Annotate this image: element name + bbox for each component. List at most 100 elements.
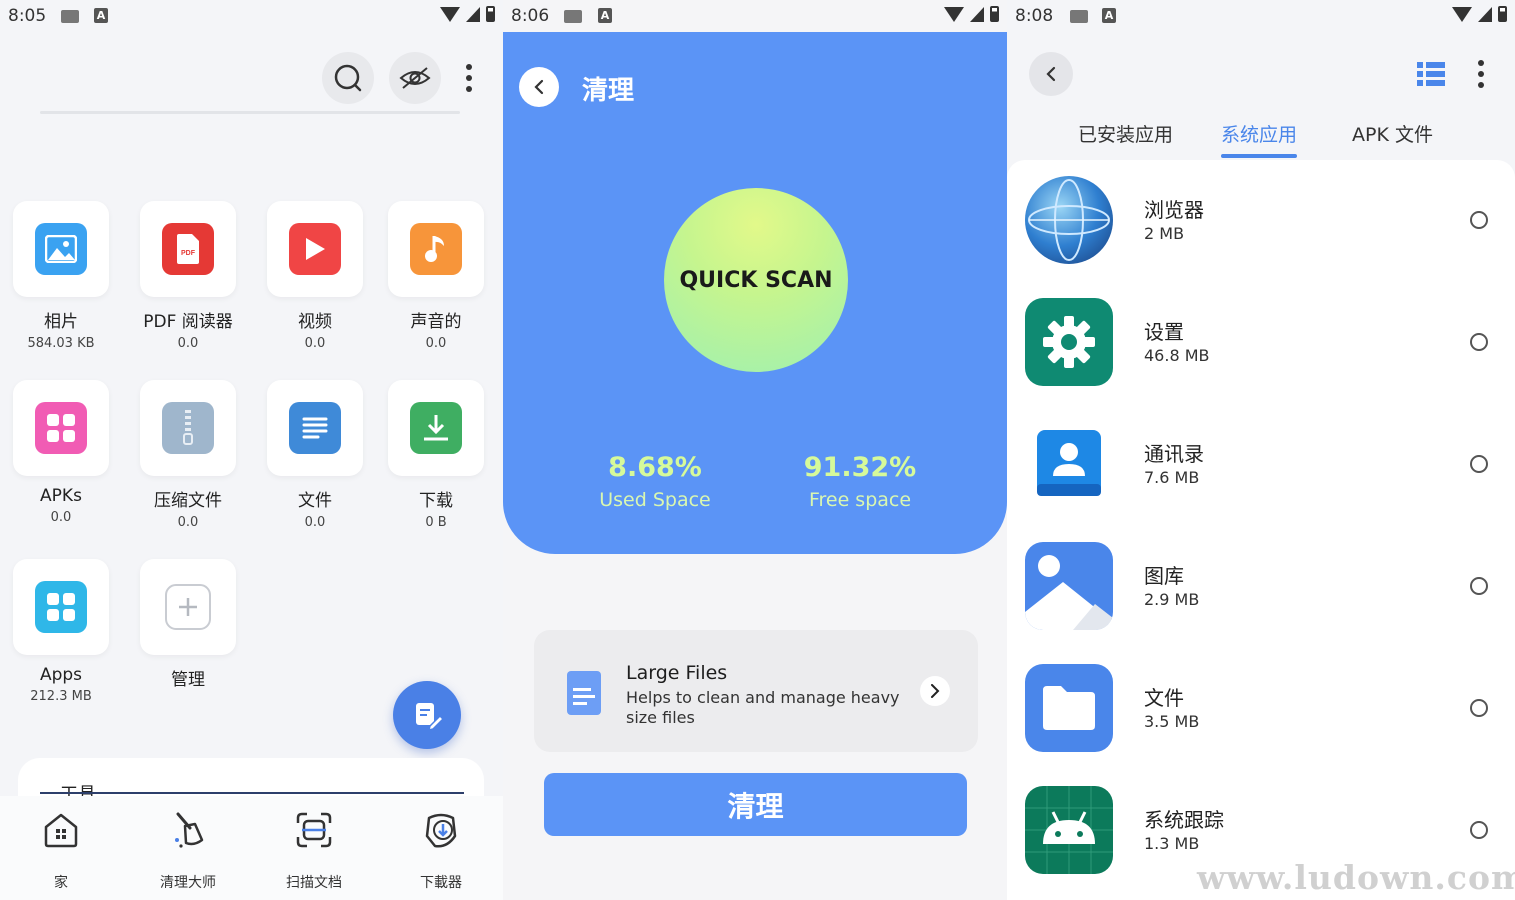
document-icon <box>289 402 341 454</box>
tile-download[interactable]: 下载 0 B <box>386 380 486 530</box>
app-row[interactable]: 设置 46.8 MB <box>1007 282 1515 404</box>
tile-subtitle: 0.0 <box>304 515 326 530</box>
back-button[interactable] <box>519 67 559 107</box>
tile-label: 下载 <box>419 491 453 511</box>
folder-notification-icon <box>1070 10 1088 23</box>
hide-button[interactable] <box>389 52 441 104</box>
home-icon <box>44 813 78 848</box>
tile-subtitle: 0.0 <box>177 515 199 530</box>
tile-subtitle: 212.3 MB <box>30 689 92 704</box>
apps-icon <box>35 581 87 633</box>
nav-downloader[interactable]: 下載器 <box>401 810 481 892</box>
broom-icon <box>175 812 204 848</box>
select-radio[interactable] <box>1470 699 1488 717</box>
music-icon <box>410 223 462 275</box>
tile-label: PDF 阅读器 <box>143 312 233 332</box>
search-button[interactable] <box>322 52 374 104</box>
tile-apk-grid[interactable]: APKs 0.0 <box>11 380 111 525</box>
select-radio[interactable] <box>1470 577 1488 595</box>
home-screen: 8:05 A 相片 584.03 KB PDF PDF 阅读器 0.0 视频 0.0 声音的 0… <box>0 0 503 900</box>
nav-cleaner-label: 清理大师 <box>160 875 216 891</box>
tile-label: APKs <box>40 486 82 506</box>
tile-subtitle: 0.0 <box>50 510 72 525</box>
system-icons <box>1452 6 1507 22</box>
app-row[interactable]: 图库 2.9 MB <box>1007 526 1515 648</box>
eye-off-icon <box>399 67 431 89</box>
quick-scan-button[interactable]: QUICK SCAN <box>664 188 848 372</box>
downloader-icon <box>425 813 457 848</box>
search-icon <box>334 64 362 92</box>
battery-icon <box>486 6 495 22</box>
tile-pdf[interactable]: PDF PDF 阅读器 0.0 <box>138 201 238 351</box>
tile-card <box>140 380 236 476</box>
select-radio[interactable] <box>1470 455 1488 473</box>
clean-button[interactable]: 清理 <box>544 773 967 836</box>
nav-home[interactable]: 家 <box>21 810 101 892</box>
a-notification-icon: A <box>1102 8 1116 23</box>
app-row[interactable]: 通讯录 7.6 MB <box>1007 404 1515 526</box>
tile-card <box>13 380 109 476</box>
free-space-stat: 91.32% Free space <box>760 452 960 511</box>
settings-gear-icon <box>1025 298 1113 386</box>
tile-label: Apps <box>39 665 83 685</box>
tile-card: PDF <box>140 201 236 297</box>
tile-label: 管理 <box>171 670 205 690</box>
globe-icon <box>1025 176 1113 264</box>
nav-scan[interactable]: 扫描文档 <box>274 810 354 892</box>
a-notification-icon: A <box>598 8 612 23</box>
chevron-left-icon <box>1046 66 1056 82</box>
tile-plus[interactable]: 管理 <box>138 559 238 690</box>
cleaner-screen: 8:06 A 清理 QUICK SCAN 8.68% Used Space 91… <box>503 0 1007 900</box>
select-radio[interactable] <box>1470 211 1488 229</box>
app-row[interactable]: 浏览器 2 MB <box>1007 160 1515 282</box>
select-radio[interactable] <box>1470 821 1488 839</box>
system-icons <box>944 6 999 22</box>
edit-fab-button[interactable] <box>393 681 461 749</box>
system-icons <box>440 6 495 22</box>
tile-music[interactable]: 声音的 0.0 <box>386 201 486 351</box>
list-view-icon[interactable] <box>1417 62 1445 86</box>
tile-label: 相片 <box>44 312 78 332</box>
app-name: 通讯录 <box>1144 442 1204 466</box>
app-row[interactable]: 文件 3.5 MB <box>1007 648 1515 770</box>
tile-image[interactable]: 相片 584.03 KB <box>11 201 111 351</box>
cellular-icon <box>466 6 480 22</box>
app-name: 浏览器 <box>1144 198 1204 222</box>
tab-system-apps[interactable]: 系统应用 <box>1221 120 1298 158</box>
app-name: 图库 <box>1144 564 1184 588</box>
tile-card <box>267 380 363 476</box>
tile-zip[interactable]: 压缩文件 0.0 <box>138 380 238 530</box>
folder-icon <box>1025 664 1113 752</box>
wifi-icon <box>440 6 460 22</box>
a-notification-icon: A <box>94 8 108 23</box>
watermark: www.ludown.com <box>1197 858 1515 897</box>
select-radio[interactable] <box>1470 333 1488 351</box>
nav-cleaner[interactable]: 清理大师 <box>148 810 228 892</box>
cellular-icon <box>970 6 984 22</box>
large-files-arrow[interactable] <box>920 676 950 706</box>
battery-icon <box>990 6 999 22</box>
tile-play[interactable]: 视频 0.0 <box>265 201 365 351</box>
tile-subtitle: 584.03 KB <box>27 336 95 351</box>
status-time: 8:06 <box>511 6 550 26</box>
back-button[interactable] <box>1029 52 1073 96</box>
page-title: 清理 <box>582 76 635 106</box>
status-time: 8:08 <box>1015 6 1054 26</box>
tile-subtitle: 0.0 <box>425 336 447 351</box>
more-menu-icon[interactable] <box>464 64 474 92</box>
app-name: 设置 <box>1144 320 1184 344</box>
tile-apps[interactable]: Apps 212.3 MB <box>11 559 111 704</box>
status-bar: 8:05 A <box>0 0 503 32</box>
tab-installed-apps[interactable]: 已安装应用 <box>1078 120 1173 147</box>
free-space-percent: 91.32% <box>803 452 917 483</box>
app-size: 2.9 MB <box>1144 590 1200 609</box>
image-icon <box>35 223 87 275</box>
tab-apk-files[interactable]: APK 文件 <box>1352 120 1433 147</box>
zip-icon <box>162 402 214 454</box>
large-files-card[interactable]: Large Files Helps to clean and manage he… <box>534 630 978 752</box>
tile-document[interactable]: 文件 0.0 <box>265 380 365 530</box>
bottom-nav: 家 清理大师 扫描文档 下載器 <box>0 796 503 900</box>
large-files-description: Helps to clean and manage heavy size fil… <box>626 688 900 727</box>
tile-subtitle: 0 B <box>425 515 447 530</box>
more-menu-icon[interactable] <box>1476 60 1486 88</box>
